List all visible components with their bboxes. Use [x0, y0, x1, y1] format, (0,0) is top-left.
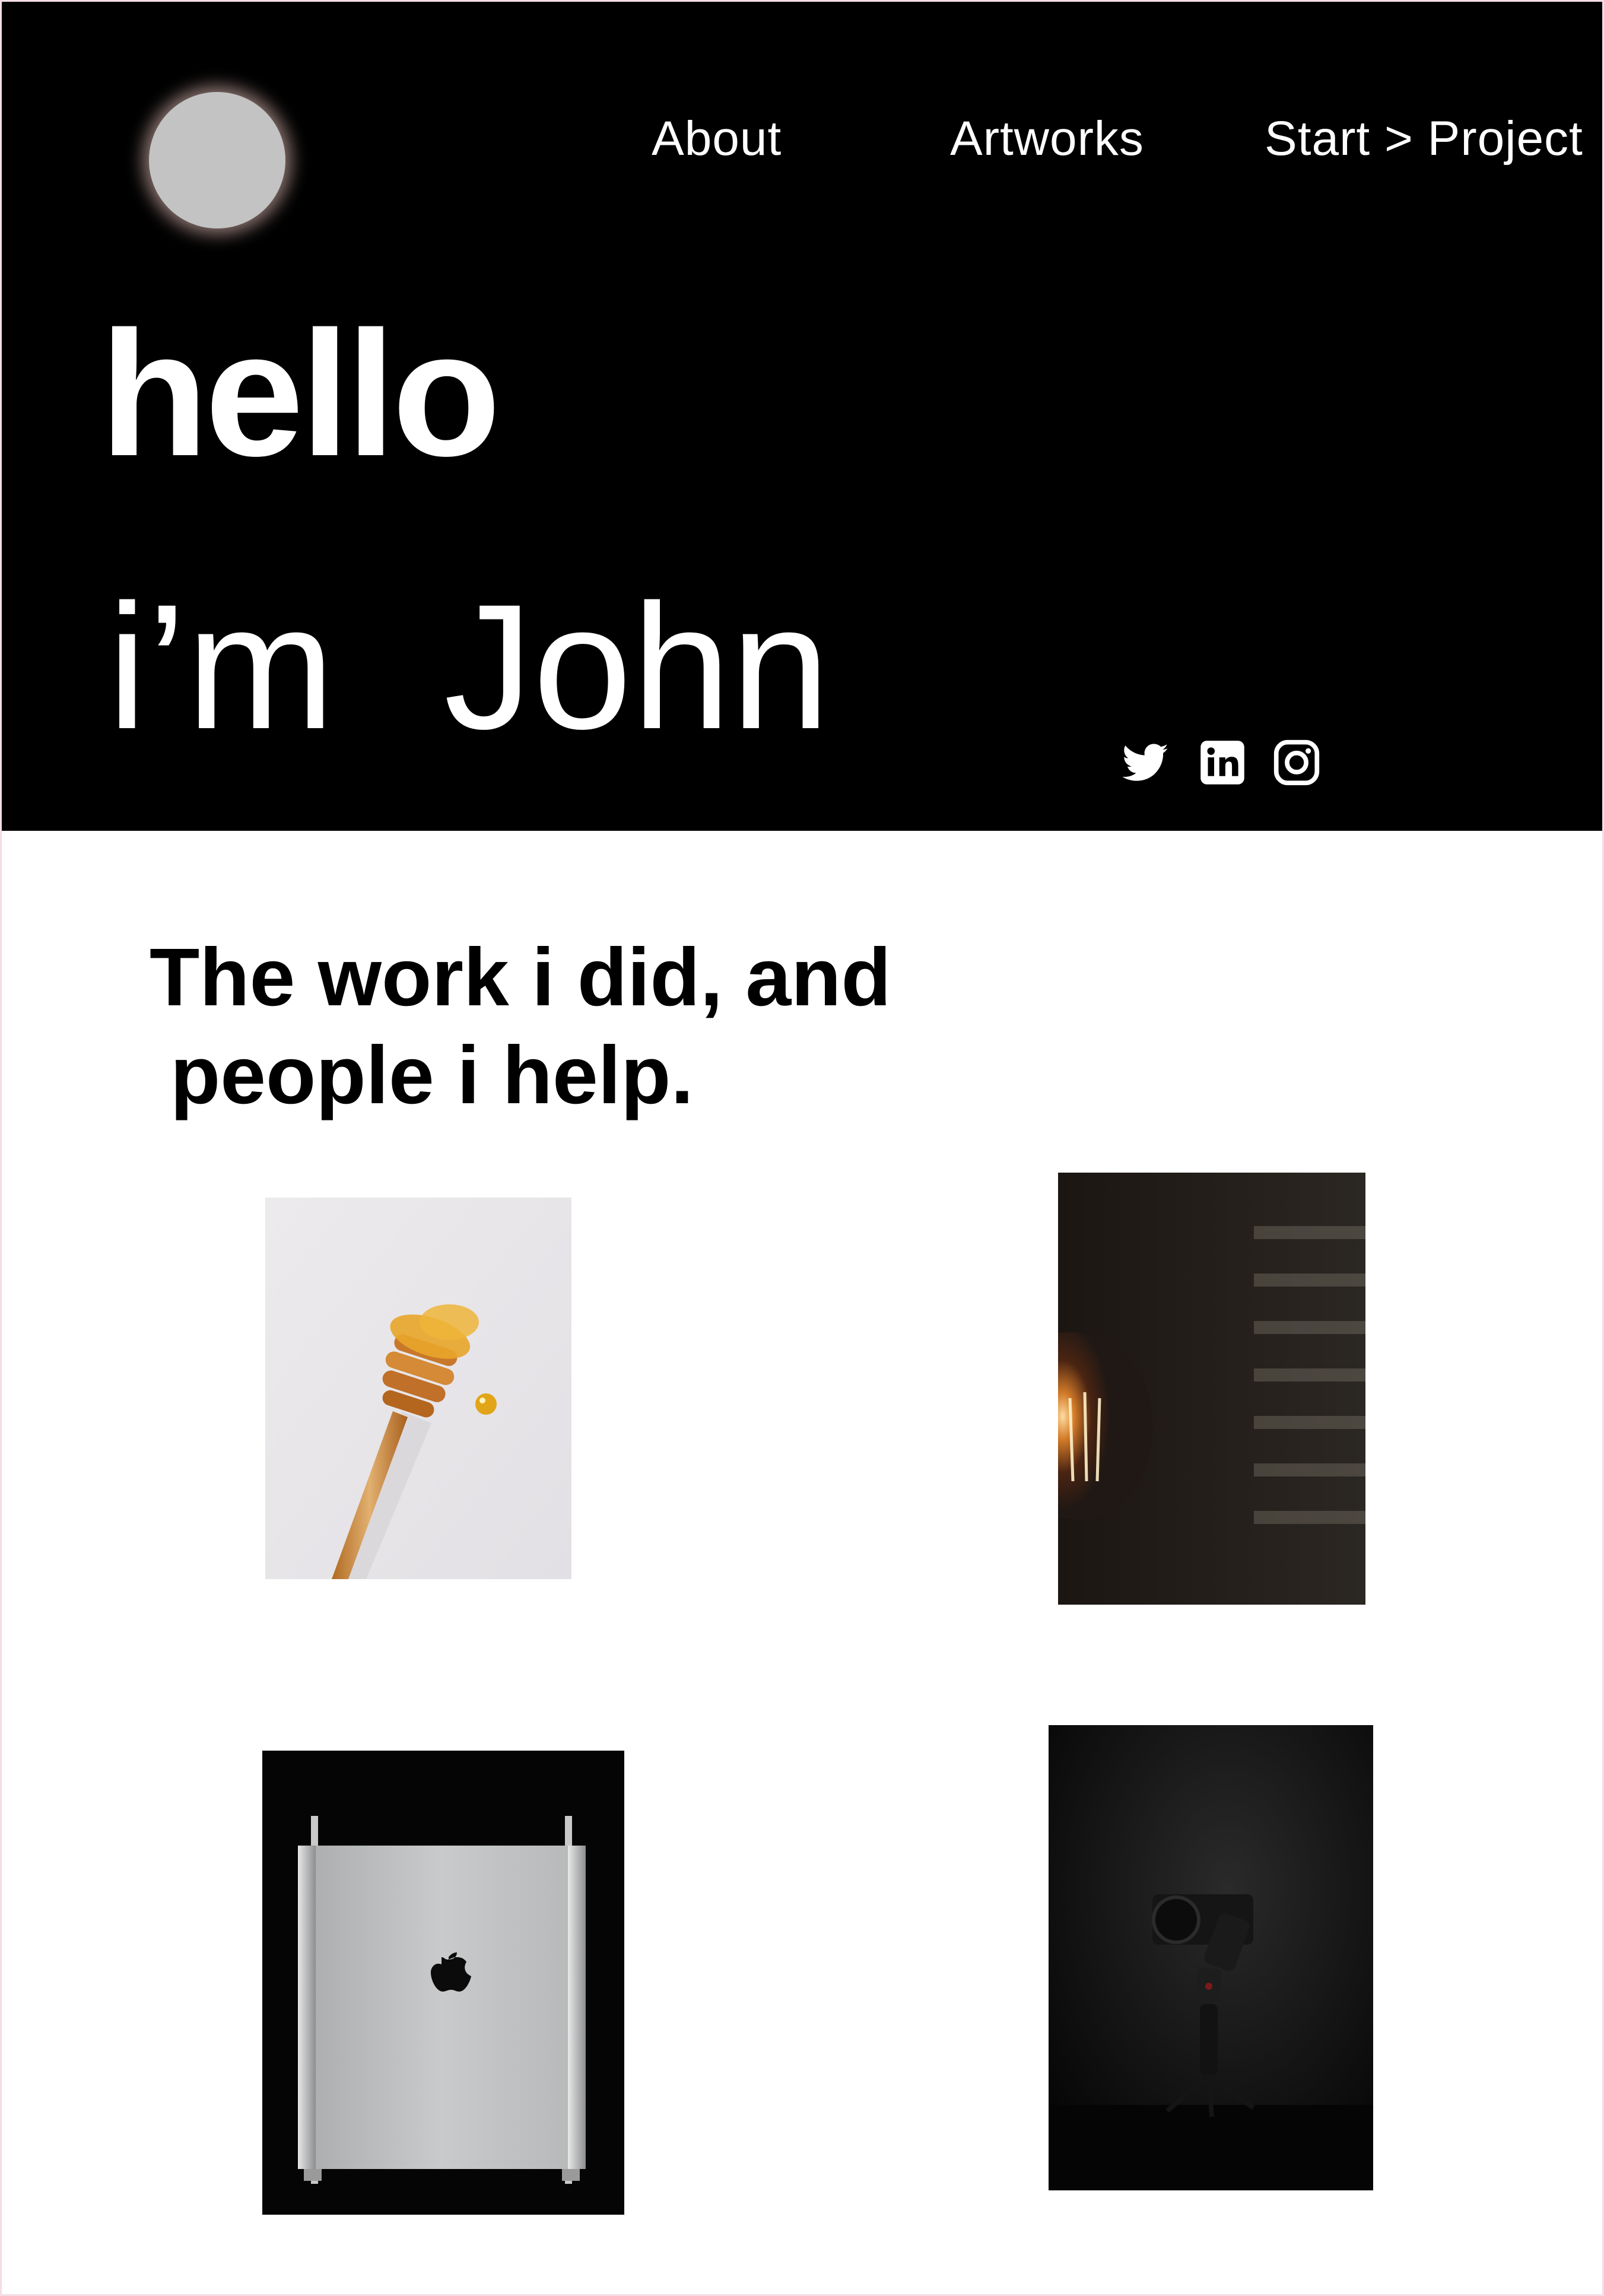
avatar[interactable]: [149, 92, 285, 228]
light-bulb-photo[interactable]: [1058, 1173, 1365, 1605]
work-title-line-1: The work i did, and: [150, 932, 891, 1023]
nav-link-start-project[interactable]: Start > Project: [1265, 111, 1583, 167]
hero-section: About Artworks Start > Project hello i’m…: [2, 2, 1602, 831]
nav-link-about[interactable]: About: [652, 111, 782, 167]
honey-dipper-photo[interactable]: [265, 1198, 571, 1579]
work-title-line-2: people i help.: [170, 1030, 694, 1121]
greeting-im: i’m: [107, 567, 335, 766]
nav-link-artworks[interactable]: Artworks: [950, 111, 1144, 167]
instagram-icon[interactable]: [1272, 738, 1322, 787]
camera-gimbal-photo[interactable]: [1049, 1725, 1373, 2190]
mac-pro-photo[interactable]: [262, 1751, 624, 2215]
greeting-hello: hello: [100, 294, 501, 493]
twitter-icon[interactable]: [1120, 738, 1170, 787]
work-section-title: The work i did, and people i help.: [150, 929, 921, 1125]
linkedin-icon[interactable]: [1198, 738, 1247, 787]
greeting-name: John: [444, 567, 830, 766]
